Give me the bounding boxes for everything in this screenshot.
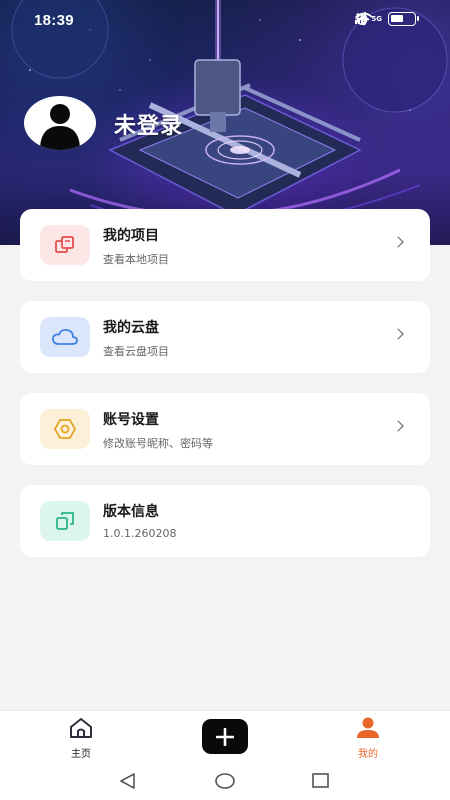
tab-home[interactable]: 主页 [51,717,111,760]
status-time: 18:39 [34,12,74,29]
menu-item-version-info[interactable]: 版本信息 1.0.1.260208 [20,485,430,557]
status-bar: 18:39 5G 5G [0,0,450,44]
add-project-button[interactable] [202,719,248,754]
plus-icon [216,727,234,746]
home-circle-icon[interactable] [214,772,236,790]
menu-item-title: 版本信息 [103,504,159,520]
gear-icon [54,419,76,439]
menu-item-title: 我的云盘 [103,320,159,336]
menu-item-account-settings[interactable]: 账号设置 修改账号昵称、密码等 [20,393,430,465]
folders-icon [55,236,74,253]
login-status-text[interactable]: 未登录 [114,108,183,140]
status-icons: 5G 5G [354,12,419,26]
user-icon [40,104,80,150]
chevron-right-icon [392,236,404,248]
menu-icon-wrapper [40,225,90,265]
tab-label: 我的 [358,749,378,760]
version-number: 1.0.1.260208 [103,527,177,540]
bottom-tab-bar: 主页 我的 [0,710,450,762]
menu-icon-wrapper [40,501,90,541]
recent-apps-icon[interactable] [311,772,331,790]
tab-mine[interactable]: 我的 [338,717,398,760]
person-icon [357,717,379,738]
signal-2-group: 5G [354,12,382,24]
menu-item-subtitle: 查看本地项目 [103,253,169,266]
menu-item-title: 账号设置 [103,412,159,428]
chevron-right-icon [392,328,404,340]
menu-icon-wrapper [40,317,90,357]
menu-item-my-projects[interactable]: 我的项目 查看本地项目 [20,209,430,281]
menu-item-my-cloud[interactable]: 我的云盘 查看云盘项目 [20,301,430,373]
cloud-icon [52,328,78,345]
battery-level [391,15,403,22]
menu-item-subtitle: 查看云盘项目 [103,345,169,358]
menu-item-subtitle: 修改账号昵称、密码等 [103,437,213,450]
home-icon [70,718,92,738]
back-icon[interactable] [118,772,138,790]
tab-label: 主页 [71,749,91,760]
signal-strength-icon [354,12,366,24]
chevron-right-icon [392,420,404,432]
avatar[interactable] [24,96,96,150]
battery-icon [388,12,419,26]
menu-icon-wrapper [40,409,90,449]
system-navigation-bar [0,762,450,800]
menu-item-title: 我的项目 [103,228,159,244]
network-type-label: 5G [371,15,382,23]
copy-icon [56,512,74,530]
